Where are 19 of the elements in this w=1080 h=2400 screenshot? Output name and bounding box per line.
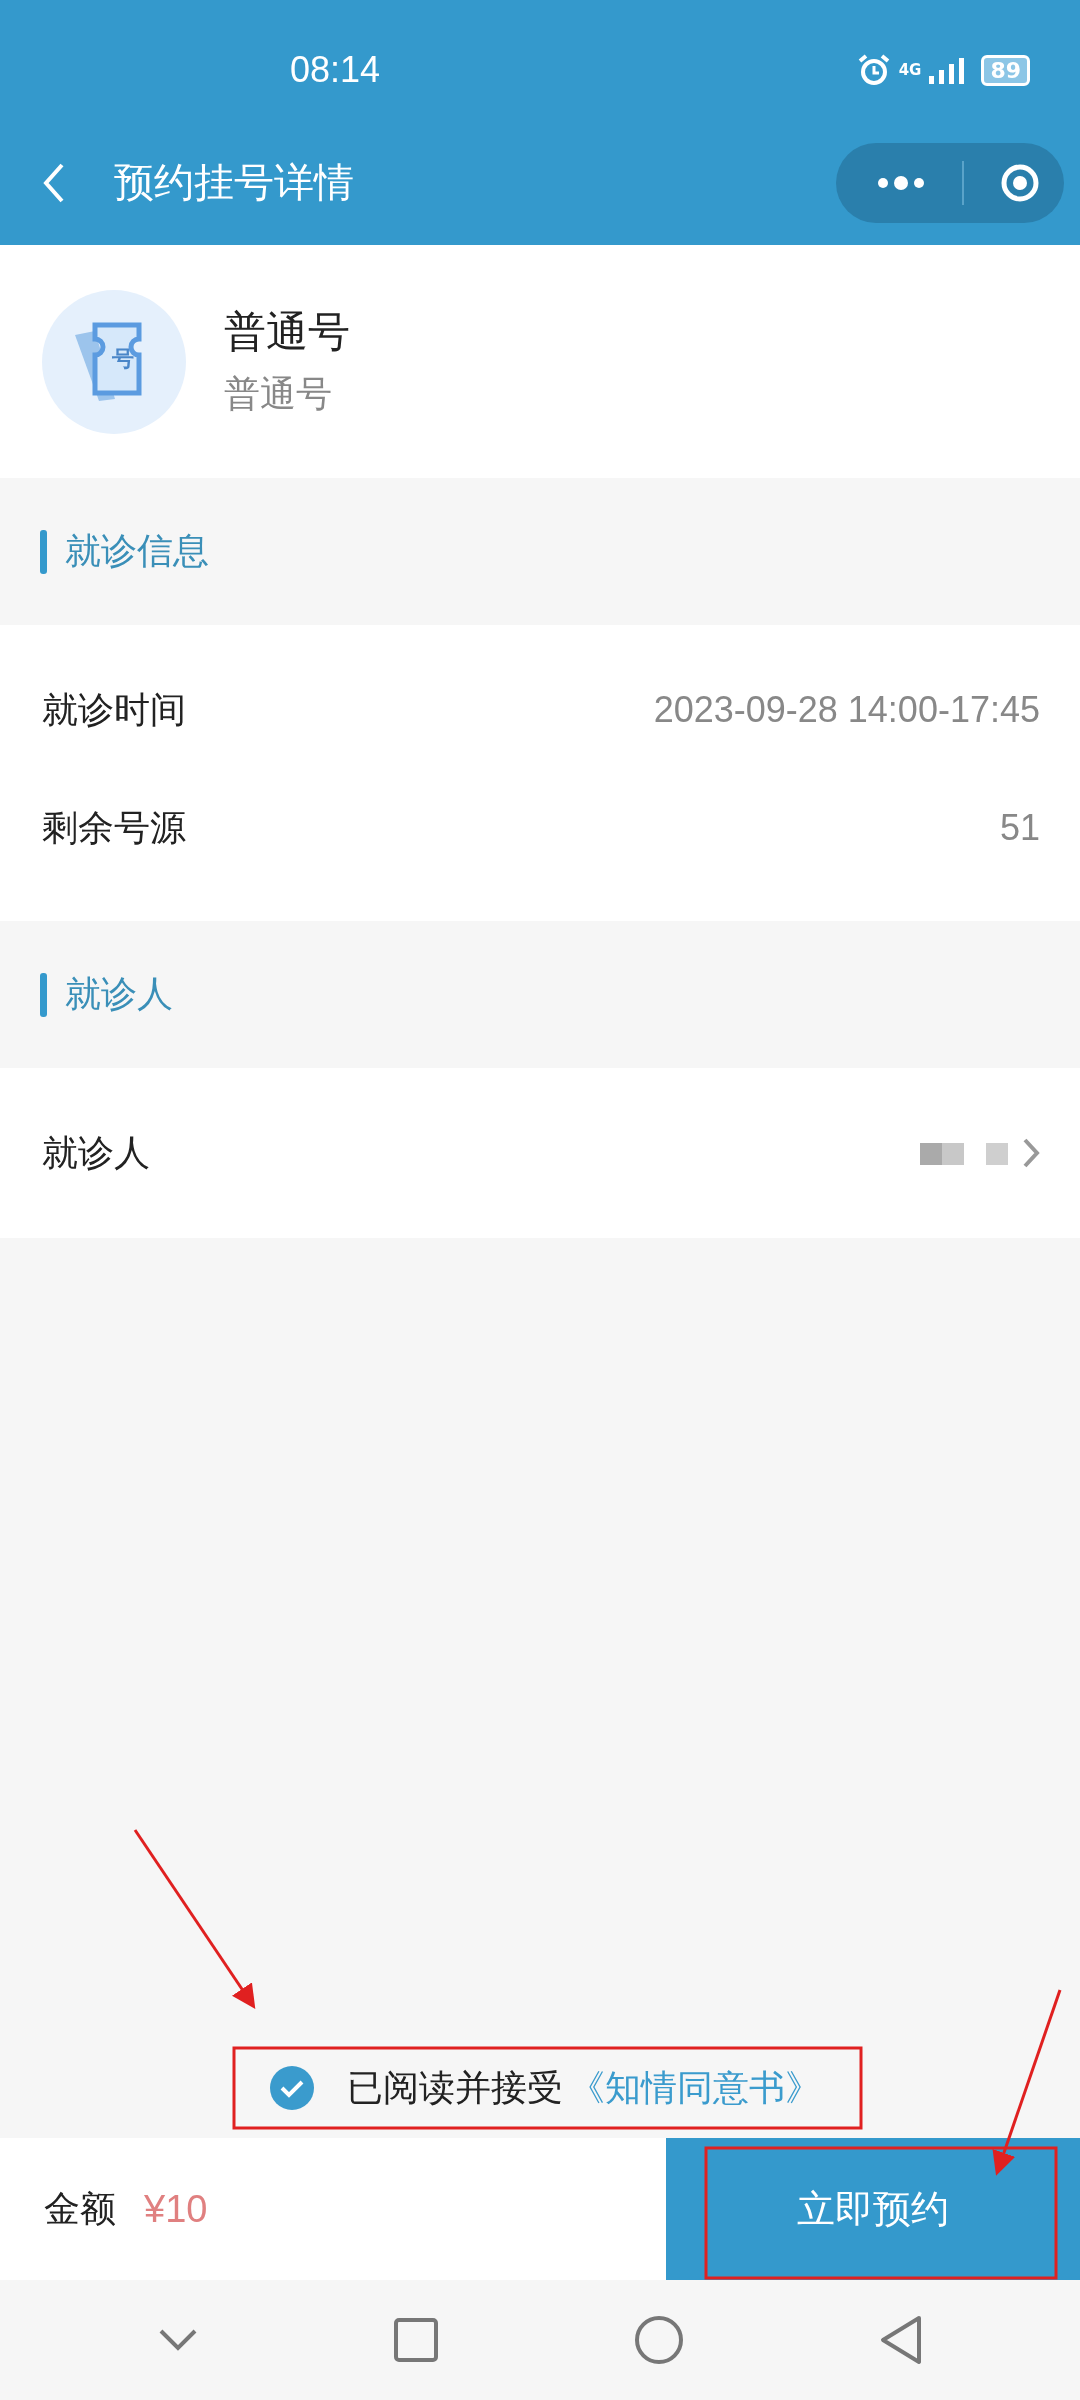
amount-label: 金额 (44, 2186, 116, 2231)
ticket-icon: 号 (42, 289, 186, 434)
section-title: 就诊人 (65, 972, 173, 1016)
row-value: 51 (999, 807, 1040, 849)
consent-link[interactable]: 《知情同意书》 (569, 2063, 821, 2113)
battery-icon: 89 (981, 54, 1030, 86)
row-label: 就诊人 (42, 1130, 150, 1175)
book-now-button[interactable]: 立即预约 (666, 2138, 1080, 2280)
row-label: 剩余号源 (42, 805, 186, 850)
amount-value: ¥10 (144, 2187, 208, 2231)
section-title: 就诊信息 (65, 529, 209, 573)
ticket-subtitle: 普通号 (224, 372, 333, 416)
row-value: 2023-09-28 14:00-17:45 (653, 689, 1040, 731)
network-label: 4G (898, 61, 922, 79)
status-time: 08:14 (290, 49, 381, 91)
agreement-text: 已阅读并接受 (347, 2065, 563, 2110)
ticket-title: 普通号 (224, 306, 350, 358)
row-label: 就诊时间 (42, 687, 186, 732)
page-title: 预约挂号详情 (114, 158, 355, 207)
